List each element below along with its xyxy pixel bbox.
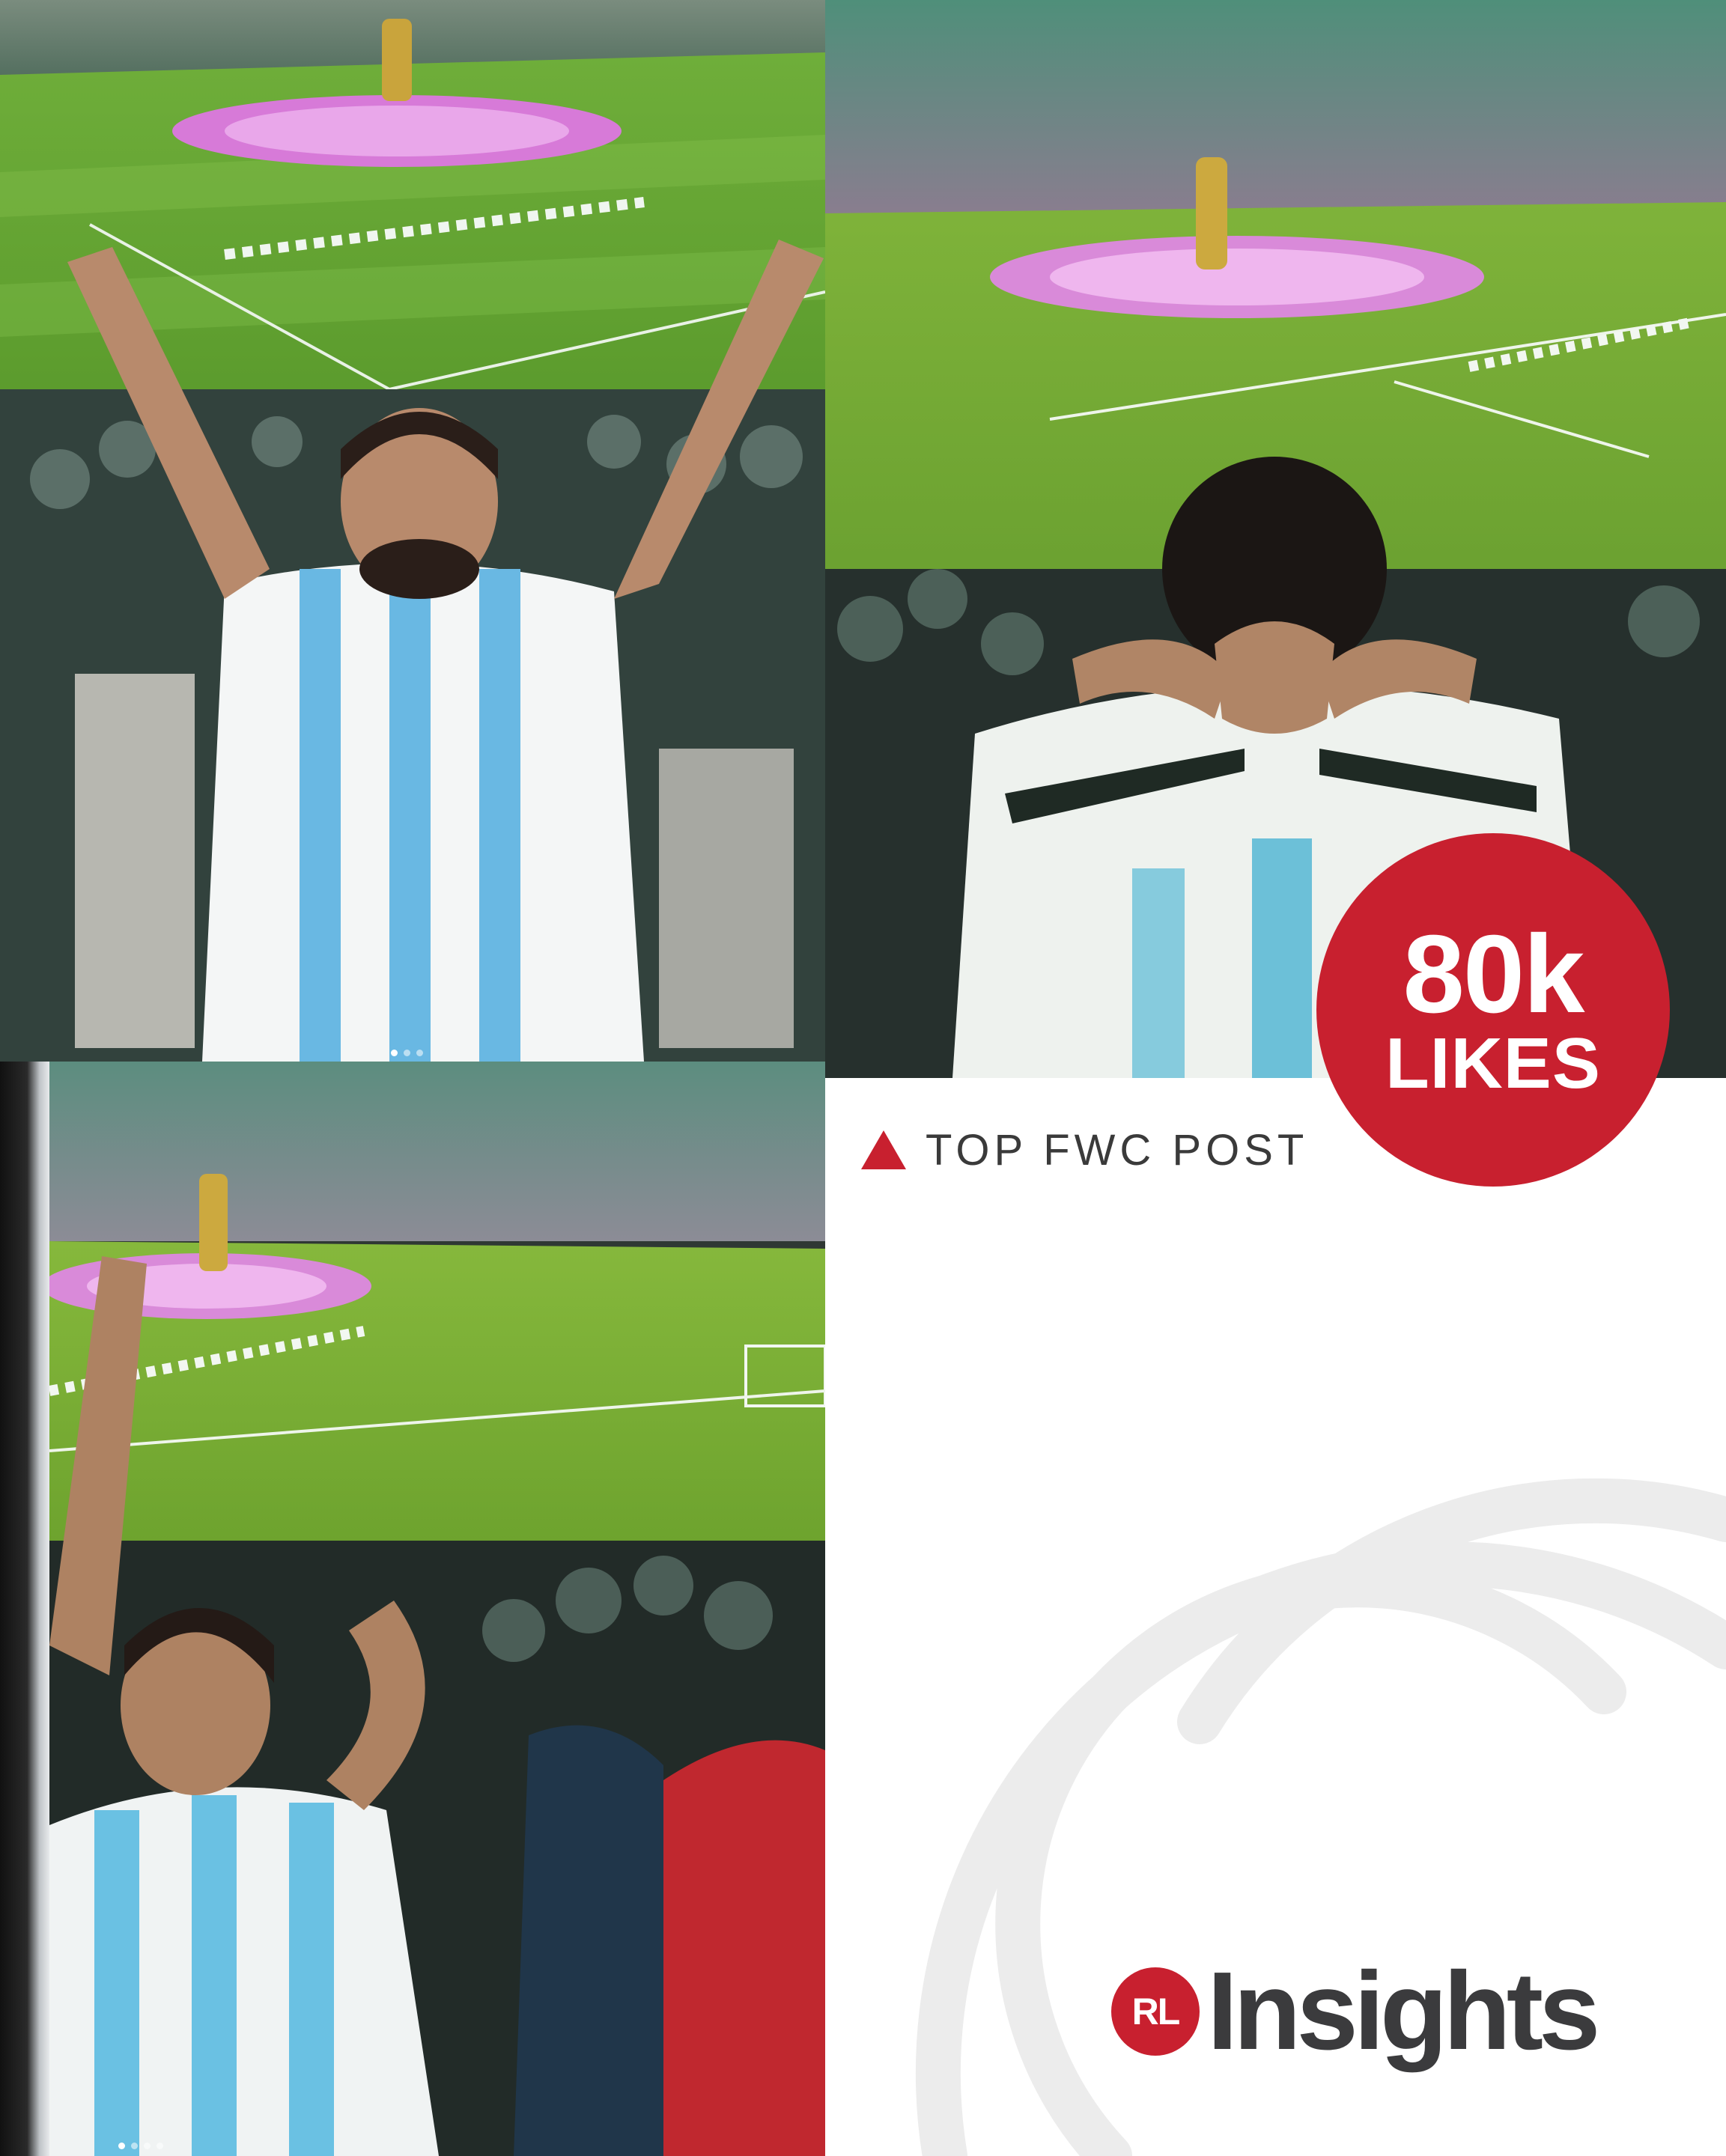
likes-label: LIKES <box>1385 1023 1601 1103</box>
likes-badge: 80k LIKES <box>1316 833 1670 1187</box>
brand-logo: RL Insights <box>1111 1949 1600 2073</box>
carousel-dots <box>391 1050 423 1056</box>
brand-name: Insights <box>1207 1949 1600 2073</box>
top-post-caption: TOP FWC POST <box>861 1125 1309 1175</box>
photo-fan-celebrating <box>49 1062 825 2156</box>
brand-mark-icon: RL <box>1111 1967 1200 2056</box>
triangle-icon <box>861 1130 906 1169</box>
caption-text: TOP FWC POST <box>926 1125 1309 1175</box>
carousel-dots <box>118 2143 163 2149</box>
photo-fan-arms-raised <box>0 0 825 1062</box>
likes-count: 80k <box>1403 913 1585 1036</box>
